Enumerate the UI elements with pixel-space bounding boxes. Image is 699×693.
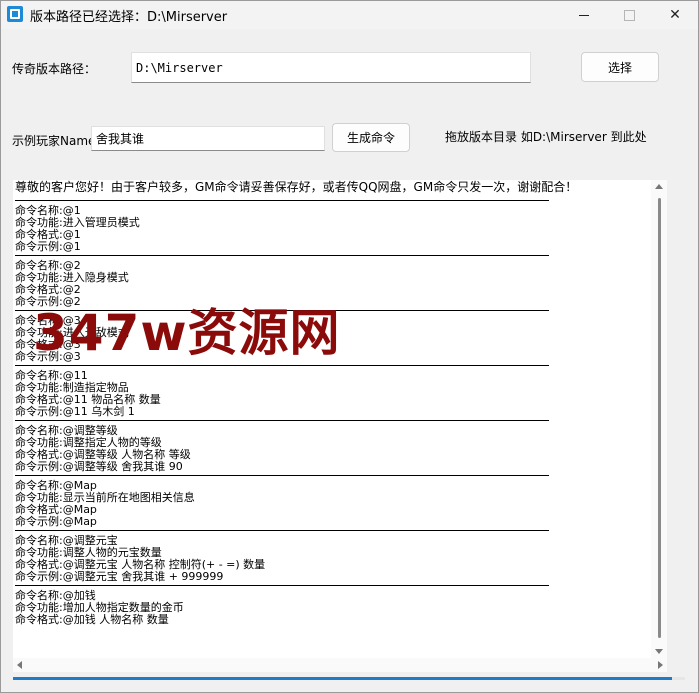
maximize-button[interactable] <box>606 1 652 29</box>
separator <box>15 475 549 476</box>
horizontal-scrollbar[interactable] <box>13 658 667 672</box>
scroll-left-icon[interactable] <box>17 661 22 669</box>
separator <box>15 365 549 366</box>
drop-hint: 拖放版本目录 如D:\Mirserver 到此处 <box>445 130 647 144</box>
separator <box>15 255 549 256</box>
notice-text: 尊敬的客户您好！由于客户较多，GM命令请妥善保存好，或者传QQ网盘，GM命令只发… <box>15 180 578 194</box>
command-line: 命令格式:@Map <box>15 503 97 516</box>
generate-button[interactable]: 生成命令 <box>332 123 410 152</box>
title-bar: 版本路径已经选择：D:\Mirserver ✕ <box>1 1 698 29</box>
command-entry: 命令名称:@调整等级 命令功能:调整指定人物的等级 命令格式:@调整等级 人物名称 … <box>15 425 651 473</box>
command-line: 命令示例:@Map <box>15 515 97 528</box>
command-entry: 命令名称:@Map 命令功能:显示当前所在地图相关信息 命令格式:@Map 命令示例:… <box>15 480 651 528</box>
separator <box>15 530 549 531</box>
player-label: 示例玩家Name: <box>12 134 100 148</box>
select-button[interactable]: 选择 <box>581 52 659 82</box>
command-entry: 命令名称:@11 命令功能:制造指定物品 命令格式:@11 物品名称 数量 命令示例:… <box>15 370 651 418</box>
command-entry: 命令名称:@调整元宝 命令功能:调整人物的元宝数量 命令格式:@调整元宝 人物名称 … <box>15 535 651 583</box>
separator <box>15 200 549 201</box>
scroll-thumb[interactable] <box>658 198 661 638</box>
separator <box>15 585 549 586</box>
scroll-right-icon[interactable] <box>658 661 663 669</box>
command-entry: 命令名称:@加钱 命令功能:增加人物指定数量的金币 命令格式:@加钱 人物名称 数量 <box>15 590 651 626</box>
watermark: 347w资源网 <box>33 304 341 362</box>
path-input[interactable]: D:\Mirserver <box>131 52 531 83</box>
command-line: 命令示例:@11 乌木剑 1 <box>15 405 135 418</box>
separator <box>15 420 549 421</box>
command-line: 命令示例:@调整元宝 舍我其谁 + 999999 <box>15 570 224 583</box>
command-line: 命令示例:@1 <box>15 240 81 253</box>
close-button[interactable]: ✕ <box>652 1 698 29</box>
command-line: 命令格式:@1 <box>15 228 81 241</box>
command-log[interactable]: 尊敬的客户您好！由于客户较多，GM命令请妥善保存好，或者传QQ网盘，GM命令只发… <box>13 180 667 658</box>
path-input-value: D:\Mirserver <box>136 60 223 75</box>
command-line: 命令示例:@调整等级 舍我其谁 90 <box>15 460 183 473</box>
scroll-down-icon[interactable] <box>655 649 663 654</box>
close-icon: ✕ <box>669 7 681 23</box>
progress-fill <box>13 677 672 680</box>
command-line: 命令功能:显示当前所在地图相关信息 <box>15 491 195 504</box>
window-title: 版本路径已经选择：D:\Mirserver <box>30 10 228 25</box>
player-name-input[interactable]: 舍我其谁 <box>91 126 325 151</box>
player-name-value: 舍我其谁 <box>96 132 145 146</box>
log-content: 尊敬的客户您好！由于客户较多，GM命令请妥善保存好，或者传QQ网盘，GM命令只发… <box>15 180 651 626</box>
path-label: 传奇版本路径： <box>12 62 97 76</box>
command-entry: 命令名称:@1 命令功能:进入管理员模式 命令格式:@1 命令示例:@1 <box>15 205 651 253</box>
maximize-icon <box>623 9 635 21</box>
progress-bar <box>13 677 685 680</box>
minimize-icon <box>579 14 589 16</box>
minimize-button[interactable] <box>561 1 607 29</box>
scroll-up-icon[interactable] <box>655 184 663 189</box>
app-icon <box>7 6 23 22</box>
vertical-scrollbar[interactable] <box>651 180 667 658</box>
command-line: 命令功能:进入管理员模式 <box>15 216 140 229</box>
command-line: 命令功能:进入隐身模式 <box>15 271 129 284</box>
command-line: 命令格式:@加钱 人物名称 数量 <box>15 613 169 626</box>
main-window: 版本路径已经选择：D:\Mirserver ✕ 传奇版本路径： D:\Mirse… <box>0 0 699 693</box>
